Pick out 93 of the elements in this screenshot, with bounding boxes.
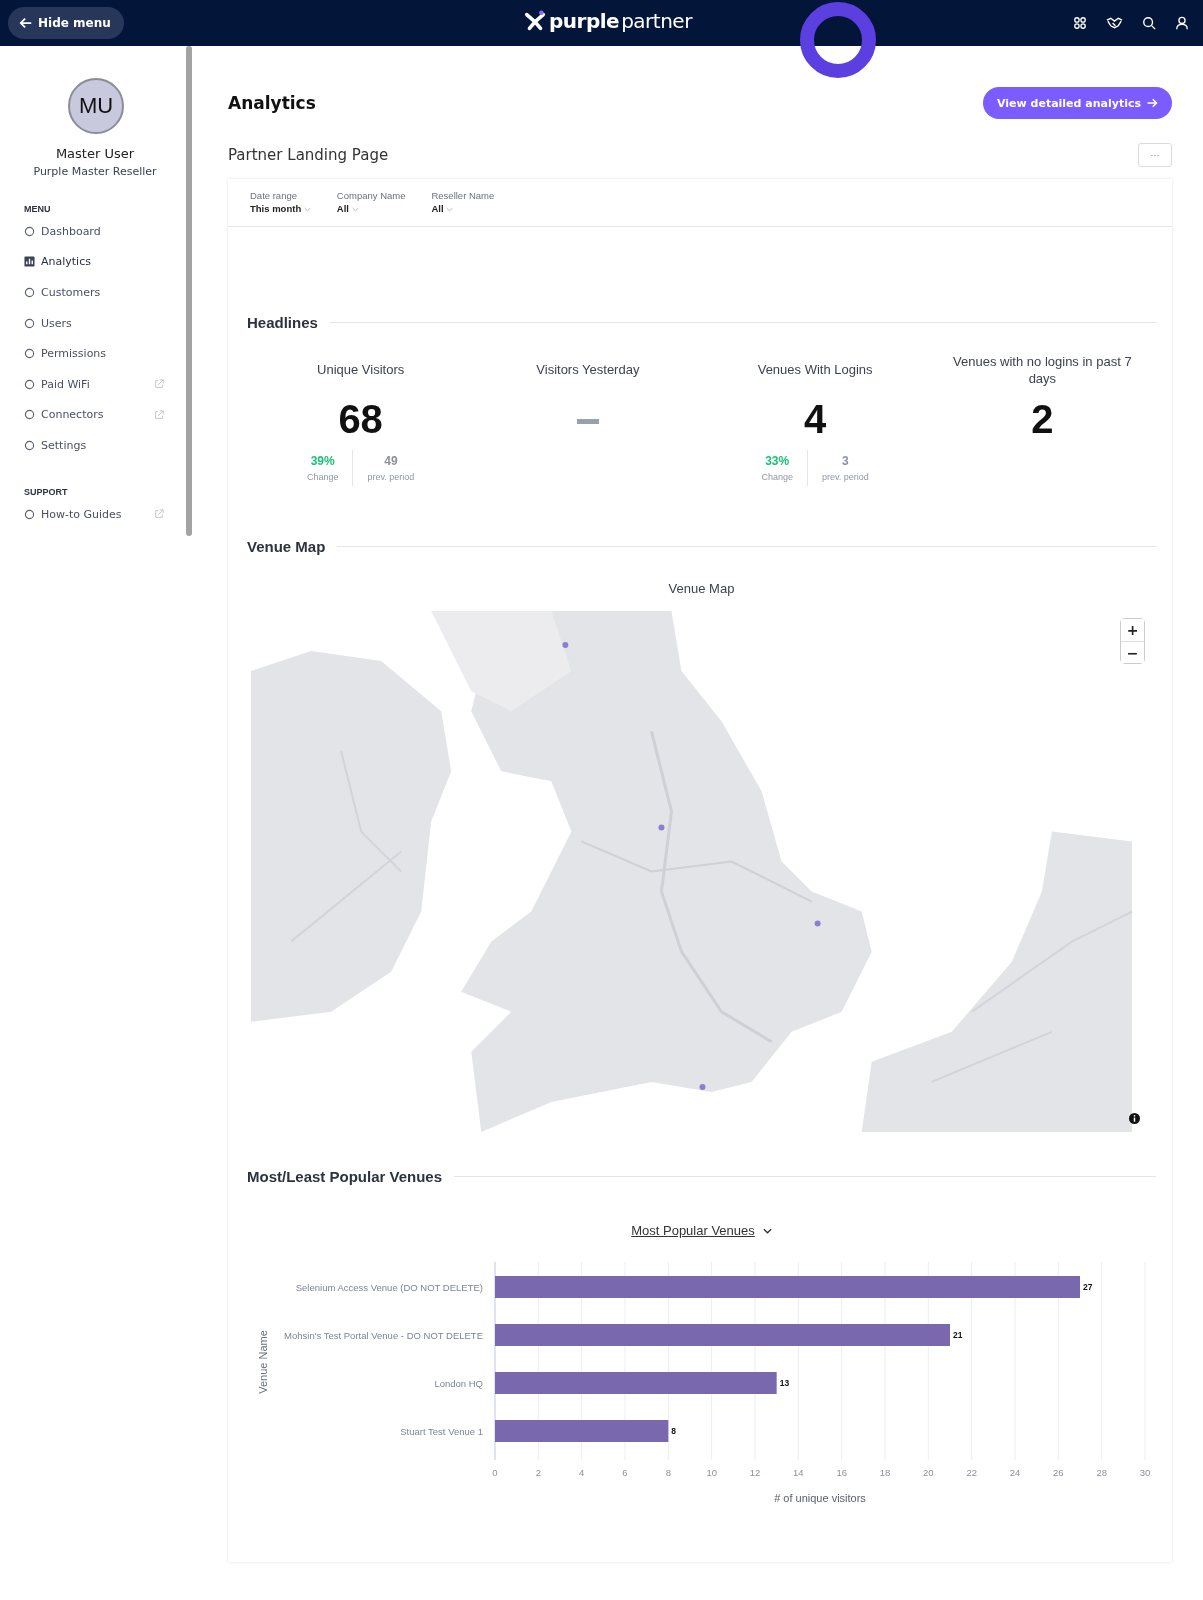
user-name: Master User xyxy=(54,146,136,161)
sidebar-item[interactable]: Customers xyxy=(24,277,164,308)
menu-item-icon xyxy=(24,409,35,421)
previous-value: 49 xyxy=(383,454,399,468)
sidebar-item[interactable]: Analytics xyxy=(24,246,164,278)
menu-item-icon xyxy=(24,256,35,268)
page-subtitle: Partner Landing Page xyxy=(228,146,389,164)
axis-label: Mohsin's Test Portal Venue - DO NOT DELETE xyxy=(284,1330,483,1341)
sidebar-item[interactable]: Dashboard xyxy=(24,216,164,247)
sidebar-item[interactable]: Users xyxy=(24,307,164,339)
data-label: 27 xyxy=(1083,1282,1093,1292)
map-title: Venue Map xyxy=(667,581,736,596)
previous-label: prev. period xyxy=(367,472,415,482)
metric-label: Venues with no logins in past 7 days xyxy=(952,353,1133,388)
arrow-right-icon xyxy=(1146,97,1158,109)
tick-label: 26 xyxy=(1053,1467,1064,1478)
section-title: Headlines xyxy=(247,314,318,331)
axis-title: Venue Name xyxy=(257,1330,269,1394)
tick-label: 24 xyxy=(1009,1467,1021,1478)
tick-label: 2 xyxy=(535,1467,541,1478)
chevron-down-icon xyxy=(762,1227,772,1234)
user-icon[interactable] xyxy=(1175,16,1189,30)
tick-label: 0 xyxy=(492,1467,498,1478)
menu-item-icon xyxy=(24,225,35,237)
axis-label: Selenium Access Venue (DO NOT DELETE) xyxy=(295,1282,483,1293)
section-title: Most/Least Popular Venues xyxy=(247,1168,443,1185)
metric-value: 4 xyxy=(804,397,827,442)
tick-label: 30 xyxy=(1139,1467,1151,1478)
section-title: Venue Map xyxy=(247,538,326,555)
menu-item-icon xyxy=(24,348,35,360)
previous-label: prev. period xyxy=(821,472,869,482)
tick-label: 14 xyxy=(793,1467,804,1478)
menu-heading: MENU xyxy=(24,204,52,214)
logo-mark-icon xyxy=(523,10,547,32)
info-icon[interactable] xyxy=(1129,1113,1140,1124)
menu-heading: SUPPORT xyxy=(24,486,69,497)
sidebar-item[interactable]: Permissions xyxy=(24,338,164,369)
tick-label: 20 xyxy=(923,1467,934,1478)
more-button[interactable]: ··· xyxy=(1138,143,1172,167)
tick-label: 28 xyxy=(1096,1467,1107,1478)
hide-menu-button[interactable]: Hide menu xyxy=(8,7,124,39)
search-icon[interactable] xyxy=(1142,16,1156,30)
data-label: 13 xyxy=(779,1378,790,1388)
ring-icon xyxy=(798,0,878,80)
axis-label: Stuart Test Venue 1 xyxy=(400,1426,483,1437)
menu-item-icon xyxy=(24,508,35,520)
page-title: Analytics xyxy=(228,93,316,113)
filter-dropdown[interactable]: Company Name All xyxy=(336,190,406,214)
tick-label: 4 xyxy=(579,1467,585,1478)
change-label: Change xyxy=(306,472,339,482)
filter-dropdown[interactable]: Reseller Name All xyxy=(431,190,495,214)
handshake-icon[interactable] xyxy=(1106,17,1123,29)
metric-value: 68 xyxy=(338,397,383,442)
data-label: 8 xyxy=(671,1426,677,1436)
chevron-down-icon xyxy=(303,207,311,212)
empty-value-dash xyxy=(576,419,599,424)
tick-label: 22 xyxy=(966,1467,977,1478)
logo: purplepartner xyxy=(523,9,692,33)
tick-label: 10 xyxy=(706,1467,717,1478)
avatar: MU xyxy=(68,78,124,134)
view-detailed-analytics-button[interactable]: View detailed analytics xyxy=(983,87,1172,119)
tick-label: 18 xyxy=(879,1467,891,1478)
sidebar-item[interactable]: Connectors xyxy=(24,399,164,431)
filter-dropdown[interactable]: Date range This month xyxy=(250,190,311,214)
metric-label: Unique Visitors xyxy=(316,361,406,379)
menu-item-icon xyxy=(24,439,35,451)
menu-item-icon xyxy=(24,378,35,390)
change-label: Change xyxy=(761,472,793,482)
zoom-out-button[interactable]: − xyxy=(1121,641,1144,663)
tick-label: 8 xyxy=(665,1467,671,1478)
metric-label: Visitors Yesterday xyxy=(535,361,641,379)
axis-label: London HQ xyxy=(434,1378,483,1389)
user-role: Purple Master Reseller xyxy=(32,165,158,178)
tick-label: 12 xyxy=(749,1467,761,1478)
sidebar-item[interactable]: Paid WiFi xyxy=(24,368,164,400)
change-value: 39% xyxy=(309,454,336,468)
axis-title: # of unique visitors xyxy=(774,1492,866,1504)
arrow-left-icon xyxy=(19,16,33,30)
sidebar-item[interactable]: How-to Guides xyxy=(24,498,164,530)
metric-value: 2 xyxy=(1031,397,1054,442)
tick-label: 16 xyxy=(836,1467,847,1478)
change-value: 33% xyxy=(764,454,791,468)
menu-item-icon xyxy=(24,287,35,298)
data-label: 21 xyxy=(953,1330,963,1340)
chevron-down-icon xyxy=(446,207,454,212)
chart-selector-dropdown[interactable]: Most Popular Venues xyxy=(631,1223,772,1238)
apps-icon[interactable] xyxy=(1073,16,1087,30)
sidebar-item[interactable]: Settings xyxy=(24,430,164,461)
metric-label: Venues With Logins xyxy=(756,361,874,379)
previous-value: 3 xyxy=(841,454,850,468)
menu-item-icon xyxy=(24,317,35,329)
chevron-down-icon xyxy=(351,207,359,212)
tick-label: 6 xyxy=(622,1467,628,1478)
